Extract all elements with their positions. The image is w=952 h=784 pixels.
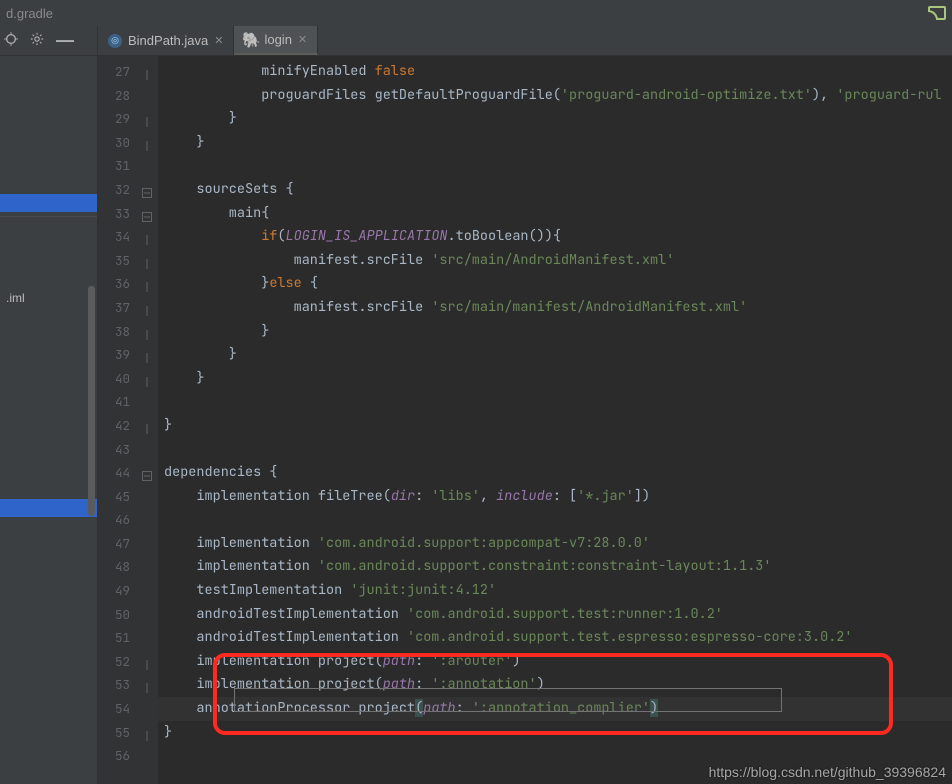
fold-icon[interactable] — [140, 347, 152, 359]
fold-icon[interactable] — [140, 64, 152, 76]
gutter: 2728293031323334353637383940414243444546… — [98, 56, 158, 784]
tool-row: — ◎ BindPath.java ✕ 🐘 login ✕ — [0, 26, 952, 56]
fold-icon[interactable] — [140, 371, 152, 383]
fold-icon[interactable] — [140, 418, 152, 430]
breadcrumb-file: d.gradle — [6, 6, 53, 21]
tab-label: login — [264, 32, 291, 47]
fold-icon[interactable] — [140, 276, 152, 288]
close-icon[interactable]: ✕ — [214, 34, 223, 47]
fold-icon[interactable] — [140, 135, 152, 147]
collapse-icon[interactable]: — — [56, 30, 74, 51]
fold-icon[interactable] — [140, 253, 152, 265]
watermark: https://blog.csdn.net/github_39396824 — [709, 764, 946, 780]
tab-bindpath[interactable]: ◎ BindPath.java ✕ — [98, 26, 234, 55]
tab-label: BindPath.java — [128, 33, 208, 48]
tab-login[interactable]: 🐘 login ✕ — [234, 26, 318, 55]
sidebar-item[interactable] — [0, 194, 97, 212]
gradle-icon: 🐘 — [244, 33, 258, 47]
fold-icon[interactable] — [140, 324, 152, 336]
gear-icon[interactable] — [30, 32, 44, 49]
sidebar-item[interactable] — [0, 499, 97, 517]
sidebar-item[interactable] — [0, 56, 97, 74]
target-icon[interactable] — [4, 32, 18, 49]
main-area: .iml 27282930313233343536373839404142434… — [0, 56, 952, 784]
project-toolbar: — — [0, 26, 98, 55]
breadcrumb-bar: d.gradle — [0, 0, 952, 26]
fold-icon[interactable] — [140, 465, 152, 477]
project-sidebar[interactable]: .iml — [0, 56, 98, 784]
editor-tabs: ◎ BindPath.java ✕ 🐘 login ✕ — [98, 26, 318, 55]
sidebar-scrollbar[interactable] — [88, 286, 95, 516]
sidebar-item[interactable]: .iml — [0, 287, 97, 309]
fold-icon[interactable] — [140, 300, 152, 312]
code-area[interactable]: minifyEnabled false proguardFiles getDef… — [158, 56, 952, 784]
fold-icon[interactable] — [140, 229, 152, 241]
java-icon: ◎ — [108, 34, 122, 48]
code-editor[interactable]: 2728293031323334353637383940414243444546… — [98, 56, 952, 784]
fold-icon[interactable] — [140, 654, 152, 666]
fold-icon[interactable] — [140, 677, 152, 689]
fold-icon[interactable] — [140, 182, 152, 194]
fold-icon[interactable] — [140, 725, 152, 737]
cast-icon[interactable] — [928, 6, 946, 20]
close-icon[interactable]: ✕ — [298, 33, 307, 46]
fold-icon[interactable] — [140, 206, 152, 218]
fold-icon[interactable] — [140, 111, 152, 123]
